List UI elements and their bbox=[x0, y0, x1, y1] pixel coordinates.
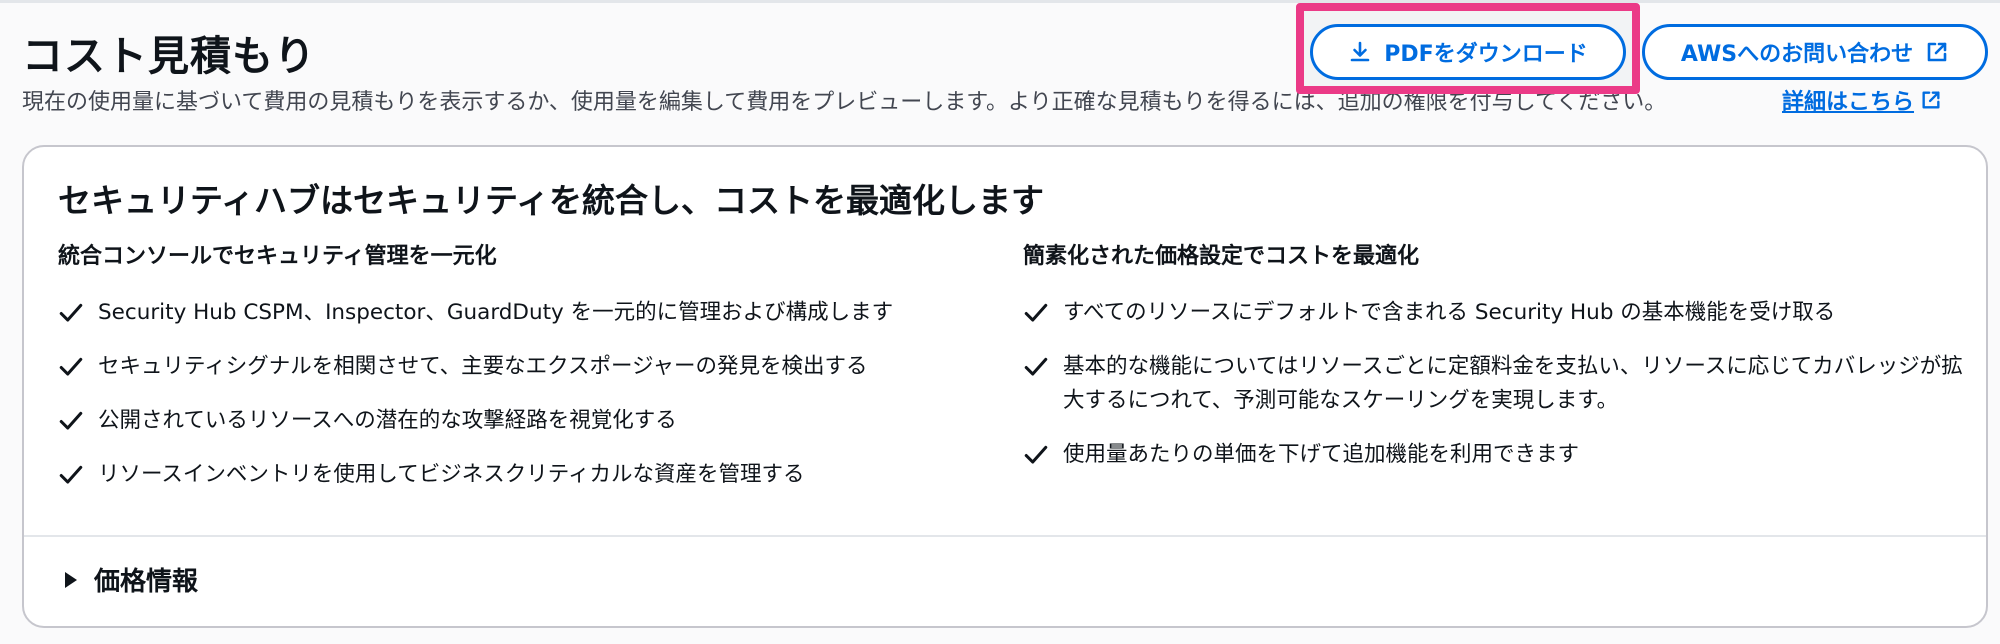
download-pdf-button[interactable]: PDFをダウンロード bbox=[1310, 24, 1626, 80]
external-link-icon bbox=[1922, 91, 1940, 109]
list-item: すべてのリソースにデフォルトで含まれる Security Hub の基本機能を受… bbox=[1023, 296, 1963, 330]
right-column-heading: 簡素化された価格設定でコストを最適化 bbox=[1023, 244, 1420, 269]
list-item: 使用量あたりの単価を下げて追加機能を利用できます bbox=[1023, 438, 1963, 472]
feature-text: 公開されているリソースへの潜在的な攻撃経路を視覚化する bbox=[98, 408, 677, 433]
caret-right-icon bbox=[65, 571, 77, 588]
feature-text: セキュリティシグナルを相関させて、主要なエクスポージャーの発見を検出する bbox=[98, 354, 868, 379]
contact-aws-button[interactable]: AWSへのお問い合わせ bbox=[1642, 24, 1988, 80]
list-item: 公開されているリソースへの潜在的な攻撃経路を視覚化する bbox=[58, 404, 978, 438]
right-feature-list: すべてのリソースにデフォルトで含まれる Security Hub の基本機能を受… bbox=[1023, 296, 1963, 472]
download-pdf-label: PDFをダウンロード bbox=[1384, 42, 1588, 67]
list-item: リソースインベントリを使用してビジネスクリティカルな資産を管理する bbox=[58, 458, 978, 492]
check-icon bbox=[59, 357, 83, 376]
left-column-heading: 統合コンソールでセキュリティ管理を一元化 bbox=[58, 244, 497, 269]
feature-text: 基本的な機能についてはリソースごとに定額料金を支払い、リソースに応じてカバレッジ… bbox=[1063, 354, 1963, 413]
list-item: Security Hub CSPM、Inspector、GuardDuty を一… bbox=[58, 296, 978, 330]
pricing-info-expander[interactable]: 価格情報 bbox=[64, 561, 198, 598]
card-divider bbox=[24, 535, 1986, 537]
learn-more-link[interactable]: 詳細はこちら bbox=[1782, 84, 1942, 116]
card-title: セキュリティハブはセキュリティを統合し、コストを最適化します bbox=[58, 181, 1045, 220]
info-card: セキュリティハブはセキュリティを統合し、コストを最適化します 統合コンソールでセ… bbox=[22, 145, 1988, 628]
check-icon bbox=[59, 465, 83, 484]
list-item: セキュリティシグナルを相関させて、主要なエクスポージャーの発見を検出する bbox=[58, 350, 978, 384]
left-feature-list: Security Hub CSPM、Inspector、GuardDuty を一… bbox=[58, 296, 978, 492]
page-title: コスト見積もり bbox=[22, 32, 316, 80]
check-icon bbox=[1024, 303, 1048, 322]
list-item: 基本的な機能についてはリソースごとに定額料金を支払い、リソースに応じてカバレッジ… bbox=[1023, 350, 1963, 418]
feature-text: 使用量あたりの単価を下げて追加機能を利用できます bbox=[1063, 442, 1580, 467]
left-column: 統合コンソールでセキュリティ管理を一元化 Security Hub CSPM、I… bbox=[58, 242, 978, 512]
feature-text: すべてのリソースにデフォルトで含まれる Security Hub の基本機能を受… bbox=[1063, 300, 1836, 325]
check-icon bbox=[1024, 357, 1048, 376]
feature-text: リソースインベントリを使用してビジネスクリティカルな資産を管理する bbox=[98, 462, 805, 487]
pricing-info-label: 価格情報 bbox=[94, 567, 199, 597]
check-icon bbox=[59, 303, 83, 322]
check-icon bbox=[1024, 445, 1048, 464]
download-icon bbox=[1350, 41, 1370, 62]
contact-aws-label: AWSへのお問い合わせ bbox=[1680, 42, 1914, 67]
external-link-icon bbox=[1927, 42, 1947, 62]
right-column: 簡素化された価格設定でコストを最適化 すべてのリソースにデフォルトで含まれる S… bbox=[1023, 242, 1963, 492]
top-divider bbox=[0, 0, 2000, 3]
learn-more-label: 詳細はこちら bbox=[1782, 90, 1915, 115]
check-icon bbox=[59, 411, 83, 430]
feature-text: Security Hub CSPM、Inspector、GuardDuty を一… bbox=[98, 300, 894, 325]
